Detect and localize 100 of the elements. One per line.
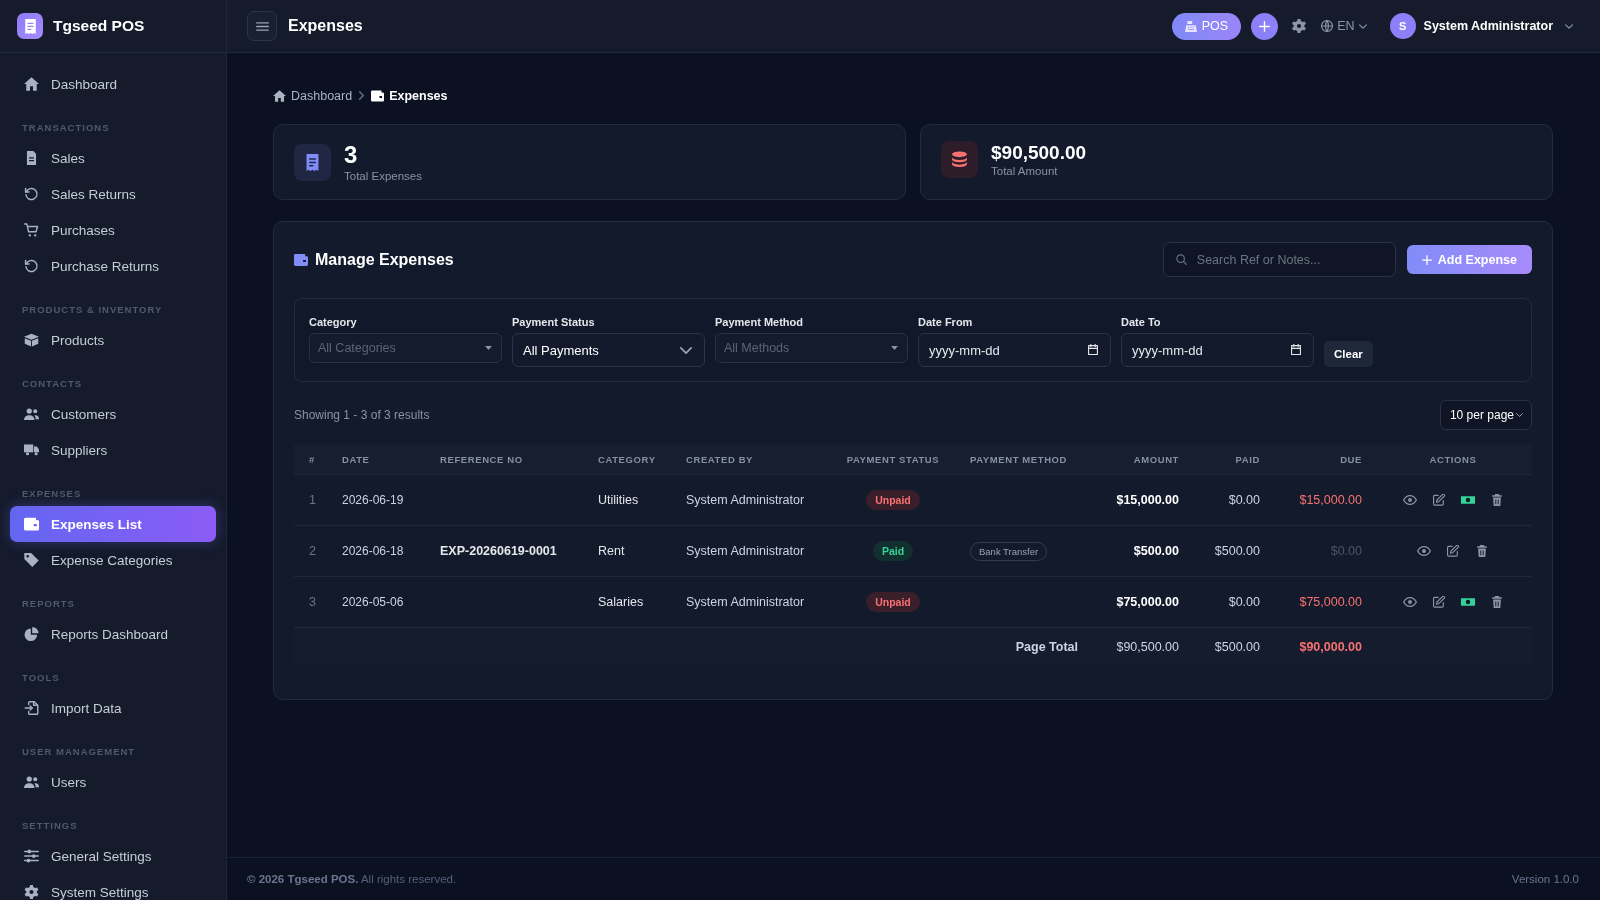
- section-heading: PRODUCTS & INVENTORY: [21, 304, 164, 315]
- chevron-down-icon: [680, 346, 692, 354]
- date-text: 2026-06-19: [342, 493, 404, 507]
- results-summary: Showing 1 - 3 of 3 results: [294, 408, 430, 422]
- nav-item[interactable]: Expenses List: [10, 506, 216, 542]
- add-button[interactable]: [1251, 12, 1279, 40]
- stat-label: Total Expenses: [344, 169, 422, 183]
- clear-button[interactable]: Clear: [1324, 341, 1373, 367]
- delete-icon[interactable]: [1475, 545, 1489, 557]
- column-header: DATE: [330, 444, 428, 475]
- plus-icon: [1421, 254, 1432, 265]
- total-paid: $500.00: [1214, 639, 1260, 654]
- per-page-select[interactable]: 10 per page: [1439, 400, 1532, 430]
- cash-icon[interactable]: [1460, 494, 1475, 506]
- search-field[interactable]: Search Ref or Notes...: [1162, 242, 1396, 277]
- select-field[interactable]: All Methods: [715, 333, 908, 363]
- cash-icon[interactable]: [1460, 596, 1475, 608]
- cash-register-icon: [1184, 20, 1197, 32]
- menu-button[interactable]: [247, 11, 277, 41]
- view-icon[interactable]: [1417, 545, 1431, 557]
- page-title: Expenses: [288, 17, 363, 35]
- receipt-icon: [294, 143, 331, 181]
- caret-icon: [485, 346, 492, 350]
- chevron-down-icon: [1565, 23, 1573, 29]
- row-number: 3: [309, 595, 316, 609]
- view-icon[interactable]: [1402, 596, 1417, 608]
- amount-value: $75,000.00: [1116, 595, 1179, 609]
- nav-item[interactable]: Suppliers: [10, 432, 216, 468]
- creator-name: System Administrator: [686, 493, 805, 507]
- section-heading: TOOLS: [21, 672, 61, 683]
- nav-item[interactable]: Import Data: [10, 690, 216, 726]
- filter-label: Payment Status: [512, 316, 596, 329]
- nav-item[interactable]: Products: [10, 322, 216, 358]
- calendar-icon: [1088, 344, 1098, 355]
- date-field[interactable]: yyyy-mm-dd: [918, 333, 1111, 367]
- settings-icon[interactable]: [1292, 19, 1307, 33]
- column-header: CATEGORY: [586, 444, 674, 475]
- nav-item[interactable]: Purchases: [10, 212, 216, 248]
- filter-label: Category: [309, 316, 358, 329]
- logo-icon: [17, 13, 43, 39]
- total-amount: $90,500.00: [1116, 639, 1179, 654]
- user-menu[interactable]: S System Administrator: [1389, 13, 1573, 39]
- language-selector[interactable]: EN: [1321, 19, 1367, 33]
- nav-item[interactable]: Users: [10, 764, 216, 800]
- date-field[interactable]: yyyy-mm-dd: [1121, 333, 1314, 367]
- delete-icon[interactable]: [1489, 596, 1504, 608]
- section-heading: USER MANAGEMENT: [21, 746, 137, 757]
- section-heading: REPORTS: [21, 598, 76, 609]
- column-header: PAYMENT STATUS: [828, 444, 958, 475]
- total-due: $90,000.00: [1299, 639, 1362, 654]
- due-value: $0.00: [1330, 544, 1362, 558]
- column-header: ACTIONS: [1374, 444, 1532, 475]
- nav-item[interactable]: Purchase Returns: [10, 248, 216, 284]
- nav-item[interactable]: Dashboard: [10, 66, 216, 102]
- section-heading: CONTACTS: [21, 378, 84, 389]
- menu-icon: [255, 20, 269, 32]
- breadcrumb-link[interactable]: Dashboard: [273, 88, 353, 103]
- home-icon: [273, 89, 286, 102]
- due-value: $15,000.00: [1299, 493, 1362, 507]
- panel-title: Manage Expenses: [315, 250, 454, 269]
- status-badge: Unpaid: [866, 490, 920, 510]
- wallet-icon: [24, 517, 39, 531]
- column-header: #: [294, 444, 330, 475]
- edit-icon[interactable]: [1431, 596, 1446, 608]
- nav-item[interactable]: Expense Categories: [10, 542, 216, 578]
- column-header: PAID: [1191, 444, 1272, 475]
- edit-icon[interactable]: [1431, 494, 1446, 506]
- edit-icon[interactable]: [1446, 545, 1460, 557]
- copyright-text: © 2026 Tgseed POS. All rights reserved.: [247, 873, 457, 885]
- nav-item[interactable]: System Settings: [10, 874, 216, 900]
- nav-item[interactable]: Sales: [10, 140, 216, 176]
- section-heading: TRANSACTIONS: [21, 122, 111, 133]
- search-icon: [1175, 254, 1187, 265]
- dropdown-field[interactable]: All Payments: [512, 333, 705, 367]
- chevron-down-icon: [1358, 23, 1367, 29]
- category-text: Rent: [598, 544, 625, 558]
- column-header: DUE: [1272, 444, 1374, 475]
- amount-value: $15,000.00: [1116, 493, 1179, 507]
- home-icon: [24, 77, 39, 91]
- stat-value: 3: [344, 141, 359, 169]
- users-icon: [24, 775, 39, 789]
- delete-icon[interactable]: [1489, 494, 1504, 506]
- filter-label: Date From: [918, 316, 974, 329]
- select-field[interactable]: All Categories: [309, 333, 502, 363]
- row-number: 2: [309, 544, 316, 558]
- nav-item[interactable]: Reports Dashboard: [10, 616, 216, 652]
- tag-icon: [24, 553, 39, 567]
- column-header: CREATED BY: [674, 444, 828, 475]
- wallet-icon: [371, 89, 385, 102]
- view-icon[interactable]: [1402, 494, 1417, 506]
- stat-value: $90,500.00: [991, 141, 1087, 164]
- document-icon: [24, 151, 39, 165]
- nav-item[interactable]: General Settings: [10, 838, 216, 874]
- nav-item[interactable]: Sales Returns: [10, 176, 216, 212]
- wallet-icon: [294, 253, 308, 266]
- stat-label: Total Amount: [991, 163, 1059, 178]
- plus-icon: [1259, 20, 1271, 32]
- paid-value: $0.00: [1228, 595, 1260, 609]
- filter-label: Date To: [1121, 316, 1162, 329]
- nav-item[interactable]: Customers: [10, 396, 216, 432]
